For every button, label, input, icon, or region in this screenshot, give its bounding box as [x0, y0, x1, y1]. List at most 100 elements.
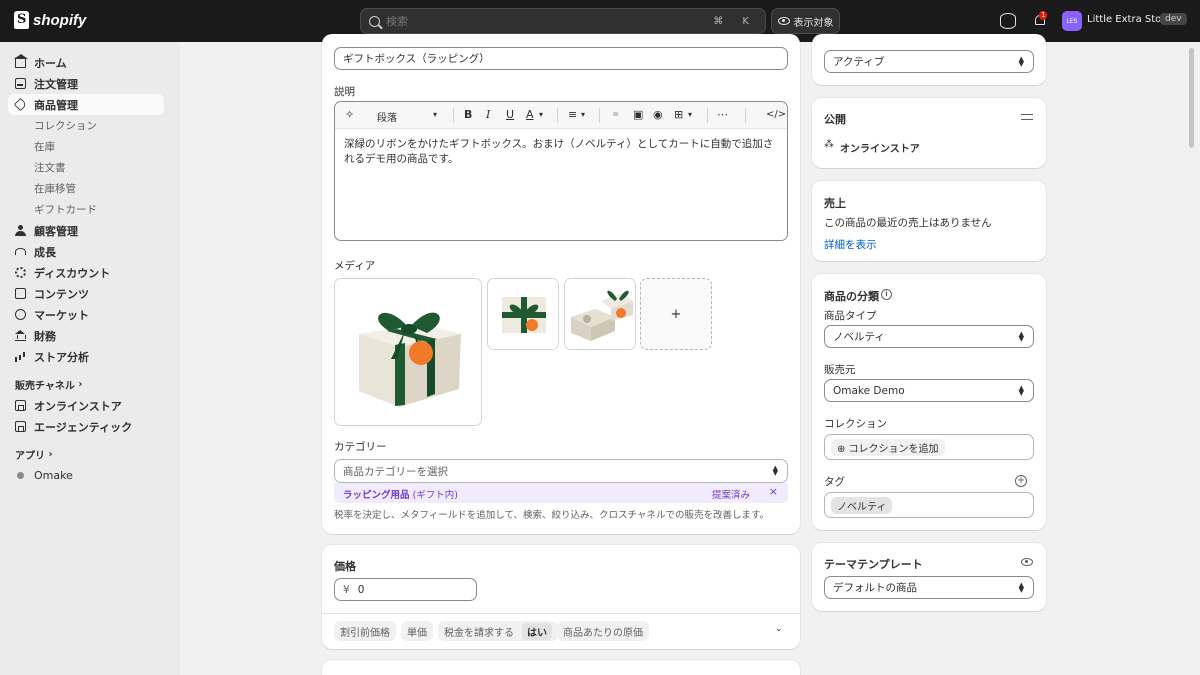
charge-tax-pill[interactable]: 税金を請求する はい — [438, 621, 558, 641]
category-help-text: 税率を決定し、メタフィールドを追加して、検索、絞り込み、クロスチャネルでの販売を… — [334, 510, 770, 521]
toolbar-divider — [453, 108, 454, 123]
sales-details-link[interactable]: 詳細を表示 — [824, 237, 877, 252]
select-arrows-icon: ▲ ▼ — [1018, 329, 1024, 343]
underline-icon[interactable]: U — [506, 108, 514, 121]
sidebar-item-products[interactable]: 商品管理 — [8, 94, 164, 115]
avatar[interactable]: LES — [1062, 11, 1082, 31]
sales-title: 売上 — [824, 197, 846, 210]
sidebar-app-omake[interactable]: Omake — [0, 465, 180, 486]
sidebar-item-content[interactable]: コンテンツ — [0, 283, 180, 304]
chevron-down-icon: ▾ — [581, 110, 586, 119]
add-media-button[interactable]: + — [640, 278, 712, 350]
description-editor[interactable]: ✧ 段落 ▾ B I U A ▾ ≡ ▾ ⚭ ▣ ◉ ⊞ ▾ ⋯ </> 深緑の… — [334, 101, 788, 241]
collection-label: コレクション — [824, 418, 887, 430]
chevron-down-icon[interactable]: ⌄ — [775, 624, 783, 634]
sidebar-subitem-collections[interactable]: コレクション — [0, 115, 180, 136]
sidebar-item-growth[interactable]: 成長 — [0, 241, 180, 262]
sidebar-item-home[interactable]: ホーム — [0, 52, 180, 73]
price-input[interactable]: ¥ 0 — [334, 578, 477, 601]
align-icon[interactable]: ≡ — [568, 108, 577, 121]
code-icon[interactable]: </> — [766, 109, 786, 120]
toolbar-divider — [557, 108, 558, 123]
sidebar-item-analytics[interactable]: ストア分析 — [0, 346, 180, 367]
agentic-icon — [15, 421, 26, 432]
publishing-title: 公開 — [824, 113, 846, 126]
more-icon[interactable]: ⋯ — [717, 108, 728, 121]
title-input[interactable]: ギフトボックス（ラッピング） — [334, 47, 788, 70]
category-label: カテゴリー — [334, 441, 387, 453]
magic-icon[interactable]: ✧ — [345, 108, 354, 121]
sidebar-item-markets[interactable]: マーケット — [0, 304, 180, 325]
bank-icon — [15, 330, 26, 341]
shopify-logo[interactable]: shopify — [14, 11, 86, 29]
category-suggestion[interactable]: ラッピング用品 (ギフト内) 提案済み × — [334, 483, 788, 503]
next-card — [322, 660, 800, 675]
text-color-icon[interactable]: A — [526, 108, 534, 121]
toolbar-divider — [599, 108, 600, 123]
tag-chip[interactable]: ノベルティ — [831, 496, 893, 514]
chevron-down-icon: ▾ — [539, 110, 544, 119]
tag-icon — [13, 97, 28, 112]
paragraph-select[interactable]: 段落 — [377, 109, 397, 124]
view-as-button[interactable]: 表示対象 — [771, 8, 840, 34]
open-gift-box-thumbnail — [565, 279, 635, 349]
sidebar: ホーム 注文管理 商品管理 コレクション 在庫 注文書 在庫移管 ギフトカード … — [0, 42, 180, 675]
home-icon — [14, 54, 28, 68]
media-thumbnail-2[interactable] — [564, 278, 636, 350]
toolbar-divider — [707, 108, 708, 123]
theme-template-title: テーマテンプレート — [824, 558, 923, 571]
sidebar-subitem-transfers[interactable]: 在庫移管 — [0, 178, 180, 199]
image-icon[interactable]: ▣ — [633, 108, 643, 121]
dismiss-suggestion-icon[interactable]: × — [769, 485, 778, 498]
tags-field[interactable]: ノベルティ — [824, 492, 1034, 518]
unit-price-pill[interactable]: 単価 — [401, 621, 433, 641]
add-tag-icon[interactable]: + — [1015, 475, 1027, 487]
info-icon[interactable]: i — [881, 289, 892, 300]
select-arrows-icon: ▲ ▼ — [1018, 580, 1024, 594]
status-select[interactable]: アクティブ ▲ ▼ — [824, 50, 1034, 73]
sidebar-item-customers[interactable]: 顧客管理 — [0, 220, 180, 241]
product-type-select[interactable]: ノベルティ ▲ ▼ — [824, 325, 1034, 348]
sales-channels-heading[interactable]: 販売チャネル › — [0, 373, 180, 395]
manage-channels-icon[interactable] — [1021, 112, 1033, 122]
sidebar-item-online-store[interactable]: オンラインストア — [0, 395, 180, 416]
media-label: メディア — [334, 260, 376, 272]
apps-heading[interactable]: アプリ › — [0, 443, 180, 465]
sidebar-item-orders[interactable]: 注文管理 — [0, 73, 180, 94]
search-bar[interactable]: ⌘ K — [360, 8, 766, 34]
table-icon[interactable]: ⊞ — [674, 108, 683, 121]
sidebar-item-discounts[interactable]: ディスカウント — [0, 262, 180, 283]
sidebar-subitem-gift-cards[interactable]: ギフトカード — [0, 199, 180, 220]
italic-icon[interactable]: I — [486, 108, 490, 121]
add-collection-chip[interactable]: ⊕ コレクションを追加 — [831, 438, 945, 456]
sidebar-item-finance[interactable]: 財務 — [0, 325, 180, 346]
vendor-select[interactable]: Omake Demo ▲ ▼ — [824, 379, 1034, 402]
eye-icon[interactable] — [1021, 558, 1033, 566]
content-icon — [15, 288, 26, 299]
database-icon[interactable] — [1000, 13, 1016, 29]
bold-icon[interactable]: B — [464, 108, 472, 121]
media-thumbnail-1[interactable] — [487, 278, 559, 350]
env-badge: dev — [1160, 13, 1187, 25]
compare-at-price-pill[interactable]: 割引前価格 — [334, 621, 396, 641]
search-icon — [369, 15, 380, 27]
collection-field[interactable]: ⊕ コレクションを追加 — [824, 434, 1034, 460]
sidebar-subitem-inventory[interactable]: 在庫 — [0, 136, 180, 157]
tags-label: タグ — [824, 476, 845, 488]
video-icon[interactable]: ◉ — [653, 108, 663, 121]
cost-per-item-pill[interactable]: 商品あたりの原価 — [557, 621, 649, 641]
theme-template-select[interactable]: デフォルトの商品 ▲ ▼ — [824, 576, 1034, 599]
store-icon — [15, 400, 26, 411]
search-input[interactable] — [386, 14, 714, 28]
app-icon — [15, 470, 26, 481]
media-main-image[interactable] — [334, 278, 482, 426]
sidebar-subitem-purchase-orders[interactable]: 注文書 — [0, 157, 180, 178]
scrollbar[interactable] — [1189, 48, 1194, 148]
category-select[interactable]: 商品カテゴリーを選択 ▲ ▼ — [334, 459, 788, 483]
sidebar-item-agentic[interactable]: エージェンティック — [0, 416, 180, 437]
store-name[interactable]: Little Extra Store — [1087, 14, 1171, 25]
chevron-down-icon: ▾ — [433, 110, 438, 119]
currency-symbol: ¥ — [343, 583, 350, 596]
description-text[interactable]: 深緑のリボンをかけたギフトボックス。おまけ（ノベルティ）としてカートに自動で追加… — [335, 129, 787, 175]
link-icon[interactable]: ⚭ — [611, 108, 620, 121]
